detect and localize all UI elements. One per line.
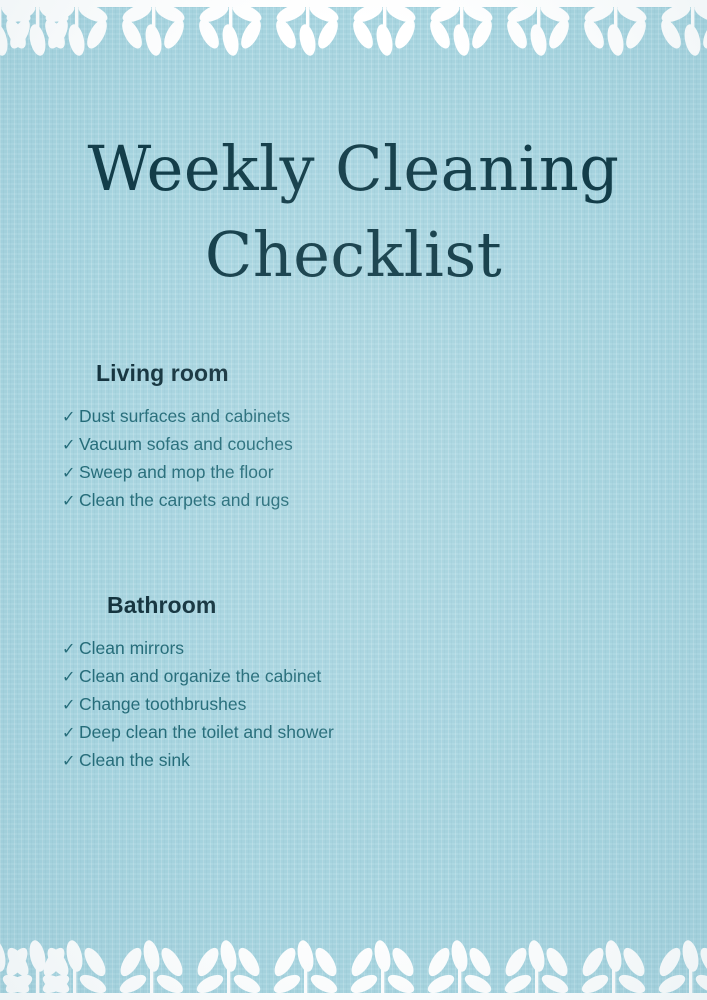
title-line-1: Weekly Cleaning xyxy=(87,132,620,205)
check-icon: ✓ xyxy=(62,437,76,454)
list-item[interactable]: ✓ Clean the sink xyxy=(62,747,334,775)
title-line-2: Checklist xyxy=(204,217,503,291)
item-label: Change toothbrushes xyxy=(79,694,247,714)
list-item[interactable]: ✓ Dust surfaces and cabinets xyxy=(62,403,310,431)
check-icon: ✓ xyxy=(62,753,76,770)
list-item[interactable]: ✓ Clean and organize the cabinet xyxy=(62,663,334,691)
item-list-living-room: ✓ Dust surfaces and cabinets ✓ Vacuum so… xyxy=(62,403,310,515)
check-icon: ✓ xyxy=(62,697,76,714)
list-item[interactable]: ✓ Deep clean the toilet and shower xyxy=(62,719,334,747)
item-label: Clean the sink xyxy=(79,750,190,770)
item-label: Sweep and mop the floor xyxy=(79,462,274,482)
checklist-sections: Living room ✓ Dust surfaces and cabinets… xyxy=(0,360,707,859)
item-list-bathroom: ✓ Clean mirrors ✓ Clean and organize the… xyxy=(62,635,334,775)
section-bathroom: Bathroom ✓ Clean mirrors ✓ Clean and org… xyxy=(0,592,334,859)
item-label: Clean the carpets and rugs xyxy=(79,490,290,510)
section-living-room: Living room ✓ Dust surfaces and cabinets… xyxy=(0,360,310,592)
list-item[interactable]: ✓ Change toothbrushes xyxy=(62,691,334,719)
bottom-leaf-border-decoration xyxy=(0,938,707,1000)
list-item[interactable]: ✓ Clean the carpets and rugs xyxy=(62,487,310,515)
section-heading-bathroom: Bathroom xyxy=(107,592,217,618)
section-row-bottom: Bathroom ✓ Clean mirrors ✓ Clean and org… xyxy=(0,592,707,859)
list-item[interactable]: ✓ Vacuum sofas and couches xyxy=(62,431,310,459)
check-icon: ✓ xyxy=(62,493,76,510)
item-label: Clean and organize the cabinet xyxy=(79,666,322,686)
check-icon: ✓ xyxy=(62,641,76,658)
item-label: Vacuum sofas and couches xyxy=(79,434,293,454)
list-item[interactable]: ✓ Clean mirrors xyxy=(62,635,334,663)
section-row-top: Living room ✓ Dust surfaces and cabinets… xyxy=(0,360,707,592)
top-leaf-border-decoration xyxy=(0,0,707,58)
item-label: Clean mirrors xyxy=(79,638,185,658)
section-bedroom: Bedroom ✓ Dust surfaces and cabinets ✓ V… xyxy=(310,360,707,592)
check-icon: ✓ xyxy=(62,465,76,482)
check-icon: ✓ xyxy=(62,669,76,686)
section-kitchen: Kitchen ✓ Clean the countertops ✓ Deep c… xyxy=(334,592,707,859)
cleaning-checklist-poster: Weekly Cleaning Checklist Living room ✓ … xyxy=(0,0,707,1000)
check-icon: ✓ xyxy=(62,409,76,426)
check-icon: ✓ xyxy=(62,725,76,742)
item-label: Deep clean the toilet and shower xyxy=(79,722,334,742)
poster-title: Weekly Cleaning Checklist xyxy=(0,126,707,297)
section-heading-living-room: Living room xyxy=(96,360,229,386)
list-item[interactable]: ✓ Sweep and mop the floor xyxy=(62,459,310,487)
item-label: Dust surfaces and cabinets xyxy=(79,406,291,426)
